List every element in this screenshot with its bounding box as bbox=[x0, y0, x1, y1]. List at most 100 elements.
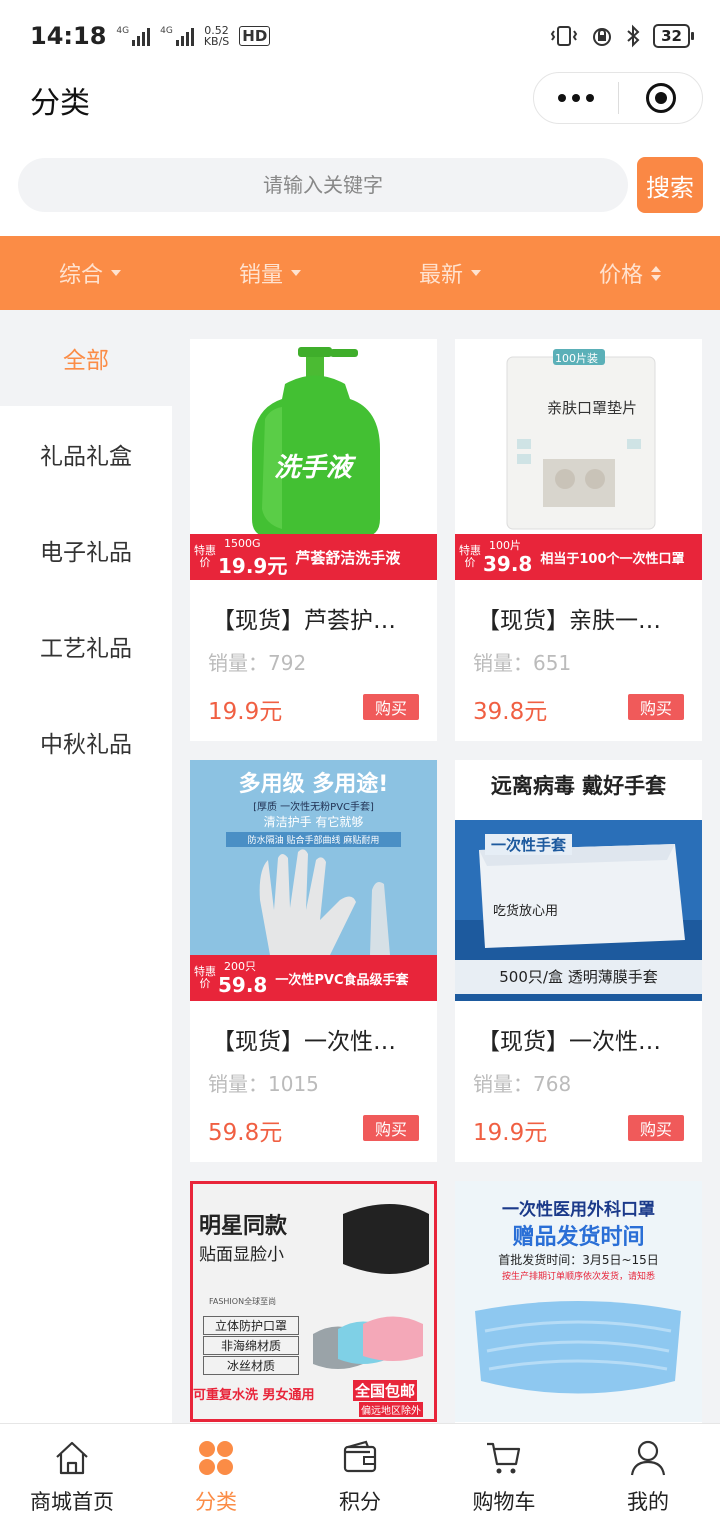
image-footer1: 可重复水洗 男女通用 bbox=[193, 1388, 315, 1403]
status-bar: 14:18 4G 4G 0.52 KB/S HD 32 bbox=[0, 0, 720, 72]
surgical-mask-icon bbox=[475, 1301, 681, 1394]
search-button[interactable]: 搜索 bbox=[637, 157, 703, 213]
vibrate-icon bbox=[550, 26, 578, 46]
promo-banner: 特惠价 1500G 19.9元 芦荟舒洁洗手液 bbox=[190, 534, 437, 580]
signal-tag: 4G bbox=[116, 26, 130, 36]
promo-price: 59.8 bbox=[218, 973, 268, 997]
tab-label: 我的 bbox=[627, 1490, 669, 1514]
product-card[interactable]: 100片装 亲肤口罩垫片 特惠价 100片 39.8 相当于100个一次性口罩 … bbox=[455, 339, 702, 741]
sort-newest[interactable]: 最新 bbox=[360, 236, 540, 310]
image-footer: 500只/盒 透明薄膜手套 bbox=[455, 960, 702, 994]
more-icon[interactable] bbox=[534, 94, 618, 102]
product-name[interactable]: 【现货】亲肤一… bbox=[477, 601, 687, 635]
image-headline: 洗手液 bbox=[274, 453, 353, 483]
image-fashion: FASHION全球至尚 bbox=[209, 1297, 277, 1306]
image-feature1: 立体防护口罩 bbox=[203, 1316, 299, 1335]
search-input[interactable] bbox=[18, 158, 628, 212]
caret-down-icon bbox=[111, 270, 121, 276]
close-mini-program-button[interactable] bbox=[619, 83, 702, 113]
promo-qty: 200只 bbox=[224, 960, 256, 973]
wallet-icon bbox=[343, 1440, 377, 1473]
sort-arrows-icon bbox=[651, 265, 661, 281]
product-image-pvc-gloves[interactable]: 多用级 多用途! [厚质 一次性无粉PVC手套] 清洁护手 有它就够 防水隔油 … bbox=[190, 760, 437, 1001]
promo-text: 一次性PVC食品级手套 bbox=[275, 972, 409, 988]
speed-unit: KB/S bbox=[203, 35, 230, 48]
tab-mine[interactable]: 我的 bbox=[576, 1424, 720, 1520]
status-right: 32 bbox=[549, 24, 694, 48]
sort-label: 最新 bbox=[418, 263, 463, 288]
buy-button[interactable]: 购买 bbox=[363, 694, 419, 720]
tab-category[interactable]: 分类 bbox=[144, 1424, 288, 1520]
promo-qty: 1500G bbox=[224, 537, 261, 550]
alarm-icon bbox=[593, 28, 612, 46]
product-image-mask-pads[interactable]: 100片装 亲肤口罩垫片 特惠价 100片 39.8 相当于100个一次性口罩 bbox=[455, 339, 702, 580]
box-text: 一次性手套 bbox=[485, 834, 573, 855]
promo-price: 19.9元 bbox=[218, 553, 288, 578]
promo-text: 相当于100个一次性口罩 bbox=[540, 551, 685, 567]
promo-text: 芦荟舒洁洗手液 bbox=[295, 548, 401, 567]
signal-icon-2: 4G bbox=[160, 26, 194, 46]
sidebar-item-electronic-gifts[interactable]: 电子礼品 bbox=[0, 502, 172, 598]
product-name[interactable]: 【现货】一次性… bbox=[477, 1022, 687, 1056]
tab-cart[interactable]: 购物车 bbox=[432, 1424, 576, 1520]
caret-down-icon bbox=[471, 270, 481, 276]
sidebar-item-craft-gifts[interactable]: 工艺礼品 bbox=[0, 598, 172, 694]
product-name[interactable]: 【现货】芦荟护… bbox=[212, 601, 422, 635]
promo-tag: 特惠价 bbox=[194, 544, 216, 569]
category-icon bbox=[199, 1441, 233, 1475]
sort-sales[interactable]: 销量 bbox=[180, 236, 360, 310]
product-card[interactable]: 远离病毒 戴好手套 一次性手套 吃货放心用 500只/盒 透明薄膜手套 【现货】… bbox=[455, 760, 702, 1162]
image-footer2: 全国包邮 bbox=[353, 1380, 418, 1401]
header: 分类 bbox=[0, 72, 720, 148]
tab-points[interactable]: 积分 bbox=[288, 1424, 432, 1520]
promo-tag: 特惠价 bbox=[194, 965, 216, 990]
sidebar-item-gift-box[interactable]: 礼品礼盒 bbox=[0, 406, 172, 502]
image-footer3: 偏远地区除外 bbox=[359, 1402, 423, 1417]
product-card[interactable]: 多用级 多用途! [厚质 一次性无粉PVC手套] 清洁护手 有它就够 防水隔油 … bbox=[190, 760, 437, 1162]
battery-icon: 32 bbox=[653, 24, 694, 48]
content-area: 全部 礼品礼盒 电子礼品 工艺礼品 中秋礼品 洗手液 特惠价 1500G 19.… bbox=[0, 310, 720, 1423]
tab-label: 积分 bbox=[339, 1490, 381, 1514]
product-image-film-gloves[interactable]: 远离病毒 戴好手套 一次性手套 吃货放心用 500只/盒 透明薄膜手套 bbox=[455, 760, 702, 1001]
target-icon bbox=[645, 83, 676, 113]
product-price: 19.9元 bbox=[208, 699, 283, 725]
buy-button[interactable]: 购买 bbox=[363, 1115, 419, 1141]
product-image-hand-soap[interactable]: 洗手液 特惠价 1500G 19.9元 芦荟舒洁洗手液 bbox=[190, 339, 437, 580]
product-card[interactable]: 洗手液 特惠价 1500G 19.9元 芦荟舒洁洗手液 【现货】芦荟护… 销量：… bbox=[190, 339, 437, 741]
cart-icon bbox=[487, 1442, 521, 1474]
bottom-tab-bar: 商城首页 分类 积分 购物车 我的 bbox=[0, 1423, 720, 1520]
mini-program-capsule bbox=[533, 72, 703, 124]
image-badge: 100片装 bbox=[555, 352, 598, 365]
promo-tag: 特惠价 bbox=[459, 544, 481, 569]
home-icon bbox=[56, 1441, 88, 1475]
product-image-fashion-mask[interactable]: 明星同款 贴面显脸小 FASHION全球至尚 立体防护口罩 非海绵材质 冰丝材质… bbox=[190, 1181, 437, 1422]
sort-bar: 综合 销量 最新 价格 bbox=[0, 236, 720, 310]
product-card[interactable]: 明星同款 贴面显脸小 FASHION全球至尚 立体防护口罩 非海绵材质 冰丝材质… bbox=[190, 1181, 437, 1423]
tab-label: 商城首页 bbox=[30, 1490, 114, 1514]
sort-price[interactable]: 价格 bbox=[540, 236, 720, 310]
buy-button[interactable]: 购买 bbox=[628, 694, 684, 720]
product-price: 59.8元 bbox=[208, 1120, 283, 1146]
signal-icon: 4G bbox=[116, 26, 151, 46]
buy-button[interactable]: 购买 bbox=[628, 1115, 684, 1141]
product-sales: 销量：768 bbox=[473, 1072, 572, 1096]
product-name[interactable]: 【现货】一次性… bbox=[212, 1022, 422, 1056]
sort-comprehensive[interactable]: 综合 bbox=[0, 236, 180, 310]
product-sales: 销量：792 bbox=[208, 651, 307, 675]
sidebar-item-all[interactable]: 全部 bbox=[0, 310, 172, 406]
image-headline: 亲肤口罩垫片 bbox=[547, 399, 638, 417]
image-feature2: 非海绵材质 bbox=[203, 1336, 299, 1355]
sort-label: 价格 bbox=[598, 263, 643, 288]
promo-banner: 特惠价 100片 39.8 相当于100个一次性口罩 bbox=[455, 534, 702, 580]
product-image-surgical-mask[interactable]: 一次性医用外科口罩 赠品发货时间 首批发货时间：3月5日~15日 按生产排期订单… bbox=[455, 1181, 702, 1422]
sidebar-item-mid-autumn-gifts[interactable]: 中秋礼品 bbox=[0, 694, 172, 790]
category-sidebar: 全部 礼品礼盒 电子礼品 工艺礼品 中秋礼品 bbox=[0, 310, 172, 1423]
caret-down-icon bbox=[291, 270, 301, 276]
bluetooth-icon bbox=[627, 24, 640, 48]
tab-home[interactable]: 商城首页 bbox=[0, 1424, 144, 1520]
image-feature3: 冰丝材质 bbox=[203, 1356, 299, 1375]
product-price: 39.8元 bbox=[473, 699, 548, 725]
product-card[interactable]: 一次性医用外科口罩 赠品发货时间 首批发货时间：3月5日~15日 按生产排期订单… bbox=[455, 1181, 702, 1423]
page-title: 分类 bbox=[30, 86, 90, 121]
promo-qty: 100片 bbox=[489, 539, 521, 552]
